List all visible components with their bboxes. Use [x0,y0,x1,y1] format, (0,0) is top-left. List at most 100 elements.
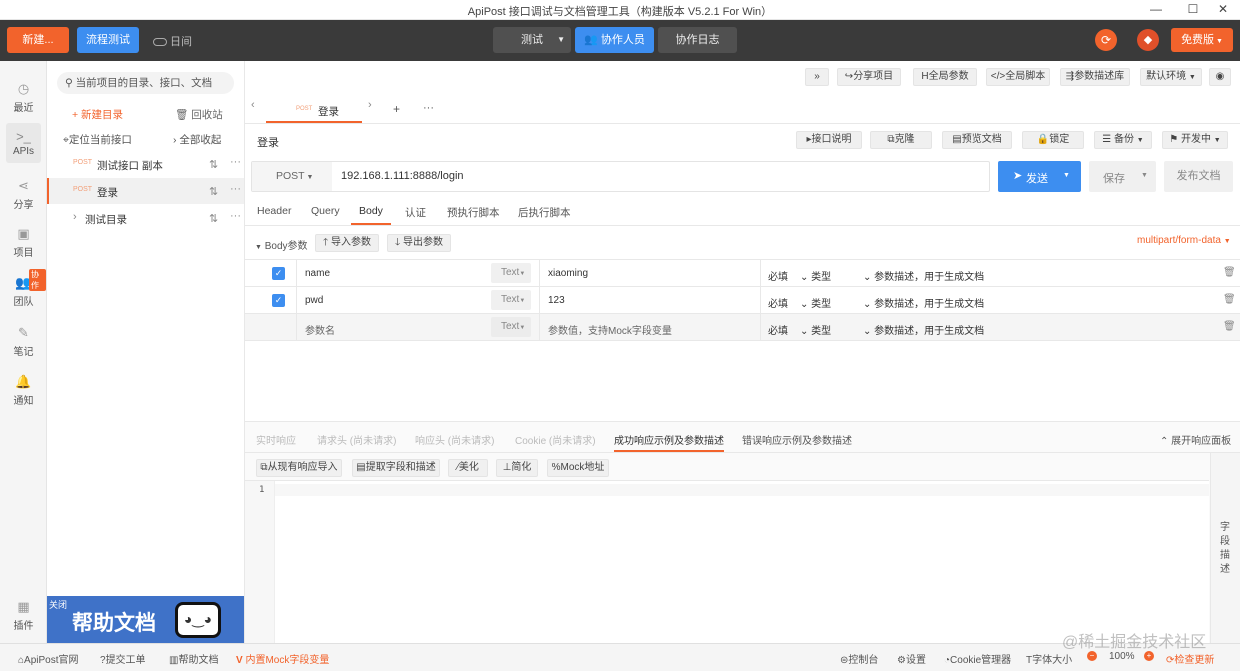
content-type-select[interactable]: multipart/form-data ▼ [1137,235,1231,246]
zoom-out-icon[interactable]: − [1087,651,1097,661]
param-value[interactable]: xiaoming [548,268,588,279]
recycle-button[interactable]: 🗑 回收站 [175,107,223,122]
param-desc[interactable]: ⌄ 参数描述，用于生成文档 [863,295,984,310]
tab-pre-script[interactable]: 预执行脚本 [447,205,500,220]
param-desc[interactable]: ⌄ 参数描述，用于生成文档 [863,322,984,337]
sync-icon[interactable]: ⟳ [1095,29,1117,51]
sort-icon[interactable]: ⇅ [209,185,218,198]
beautify-button[interactable]: ⁄美化 [448,459,488,477]
body-params-toggle[interactable]: ▼ Body参数 [255,237,308,252]
more-icon[interactable]: ··· [230,156,241,168]
env-select[interactable]: 测试 ▼ [493,27,571,53]
param-name-placeholder[interactable]: 参数名 [305,322,335,337]
delete-icon[interactable]: 🗑 [1223,294,1236,305]
param-library-button[interactable]: ⇶参数描述库 [1060,68,1130,86]
tab-more-button[interactable]: ··· [423,102,434,114]
rail-item-project[interactable]: ▣ 项目 [0,226,47,259]
search-input[interactable]: ⚲ 当前项目的目录、接口、文档 [57,72,234,94]
kind-select[interactable]: ⌄ 类型 [800,295,831,310]
add-tab-button[interactable]: + [393,102,400,116]
cookie-manager-button[interactable]: ◔Cookie管理器 [944,651,1011,666]
share-project-button[interactable]: ↪分享项目 [837,68,901,86]
param-name[interactable]: pwd [305,295,323,306]
clone-button[interactable]: ⧉克隆 [870,131,932,149]
mock-vars-link[interactable]: V 内置Mock字段变量 [236,651,329,666]
collapse-all-button[interactable]: › 全部收起 [173,132,221,147]
help-doc-link[interactable]: ▥帮助文档 [169,651,218,666]
publish-doc-button[interactable]: 发布文档 [1164,161,1233,192]
type-select[interactable]: Text▼ [491,317,531,337]
tab-req-headers[interactable]: 请求头 (尚未请求) [317,432,396,447]
submit-ticket-link[interactable]: ?提交工单 [100,651,146,666]
extract-fields-button[interactable]: ▤提取字段和描述 [352,459,440,477]
new-dir-button[interactable]: + 新建目录 [72,107,123,122]
rail-item-notes[interactable]: ✎ 笔记 [0,325,47,358]
simplify-button[interactable]: ⊥简化 [496,459,538,477]
sort-icon[interactable]: ⇅ [209,158,218,171]
required-label[interactable]: 必填 [768,268,788,283]
default-env-select[interactable]: 默认环境 ▼ [1140,68,1202,86]
tab-auth[interactable]: 认证 [405,205,426,220]
close-button[interactable]: ✕ [1205,0,1240,20]
delete-icon[interactable]: 🗑 [1223,267,1236,278]
font-size-control[interactable]: T字体大小 [1026,651,1072,666]
mock-url-button[interactable]: %Mock地址 [547,459,609,477]
send-button[interactable]: ➤ 发送 ▼ [998,161,1081,192]
flow-test-button[interactable]: 流程测试 [77,27,139,53]
expand-panel-button[interactable]: ⌃ 展开响应面板 [1160,432,1231,447]
tab-realtime[interactable]: 实时响应 [256,432,296,447]
param-name[interactable]: name [305,268,330,279]
kind-select[interactable]: ⌄ 类型 [800,322,831,337]
code-editor[interactable]: 1 [245,480,1209,645]
list-item[interactable]: POST 测试接口 副本 ⇅ ··· [47,152,244,178]
tab-post-script[interactable]: 后执行脚本 [518,205,571,220]
new-button[interactable]: 新建... [7,27,69,53]
collab-log-button[interactable]: 协作日志 [658,27,737,53]
chevron-down-icon[interactable]: ▼ [1141,172,1148,179]
save-button[interactable]: 保存 ▼ [1089,161,1156,192]
tab-success-example[interactable]: 成功响应示例及参数描述 [614,428,724,452]
zoom-in-icon[interactable]: + [1144,651,1154,661]
chevron-down-icon[interactable]: ▼ [1063,172,1070,179]
backup-select[interactable]: ☰ 备份 ▼ [1094,131,1152,149]
tab-body[interactable]: Body [351,201,391,225]
api-desc-button[interactable]: ▸接口说明 [796,131,862,149]
status-select[interactable]: ⚑ 开发中 ▼ [1162,131,1228,149]
tab-resp-headers[interactable]: 响应头 (尚未请求) [415,432,494,447]
url-input[interactable]: 192.168.1.111:8888/login [341,170,464,182]
avatar[interactable]: ◆ [1137,29,1159,51]
tab-next-icon[interactable]: › [368,99,372,111]
list-item[interactable]: › 测试目录 ⇅ ··· [47,205,244,231]
plan-button[interactable]: 免费版 ▼ [1171,28,1233,52]
minimize-button[interactable]: — [1138,0,1174,20]
tab-cookie[interactable]: Cookie (尚未请求) [515,432,596,447]
promo-close-button[interactable]: 关闭 [49,598,67,611]
collapse-button[interactable]: » [805,68,829,86]
more-icon[interactable]: ··· [230,210,241,222]
locate-button[interactable]: ⌖定位当前接口 [63,132,132,147]
type-select[interactable]: Text▼ [491,290,531,310]
export-params-button[interactable]: 🡓 导出参数 [387,234,451,252]
import-params-button[interactable]: 🡑 导入参数 [315,234,379,252]
help-doc-banner[interactable]: 关闭 帮助文档 ◕‿◕ [47,596,244,643]
import-response-button[interactable]: ⧉从现有响应导入 [256,459,342,477]
lock-button[interactable]: 🔒锁定 [1022,131,1084,149]
required-label[interactable]: 必填 [768,295,788,310]
tab-prev-icon[interactable]: ‹ [251,99,255,111]
param-desc[interactable]: ⌄ 参数描述，用于生成文档 [863,268,984,283]
required-label[interactable]: 必填 [768,322,788,337]
console-button[interactable]: ⊜控制台 [840,651,878,666]
delete-icon[interactable]: 🗑 [1223,321,1236,332]
checkbox[interactable]: ✓ [272,294,285,307]
tab-header[interactable]: Header [257,205,291,217]
rail-item-share[interactable]: ⋖ 分享 [0,178,47,211]
tab-login[interactable]: POST 登录 [266,96,362,123]
tab-query[interactable]: Query [311,205,340,217]
rail-item-notify[interactable]: 🔔 通知 [0,374,47,407]
type-select[interactable]: Text▼ [491,263,531,283]
more-icon[interactable]: ··· [230,183,241,195]
param-value-placeholder[interactable]: 参数值，支持Mock字段变量 [548,322,672,337]
collaborators-button[interactable]: 👥 协作人员 [575,27,654,53]
method-select[interactable]: POST ▼ [252,162,332,191]
tab-error-example[interactable]: 错误响应示例及参数描述 [742,432,852,447]
